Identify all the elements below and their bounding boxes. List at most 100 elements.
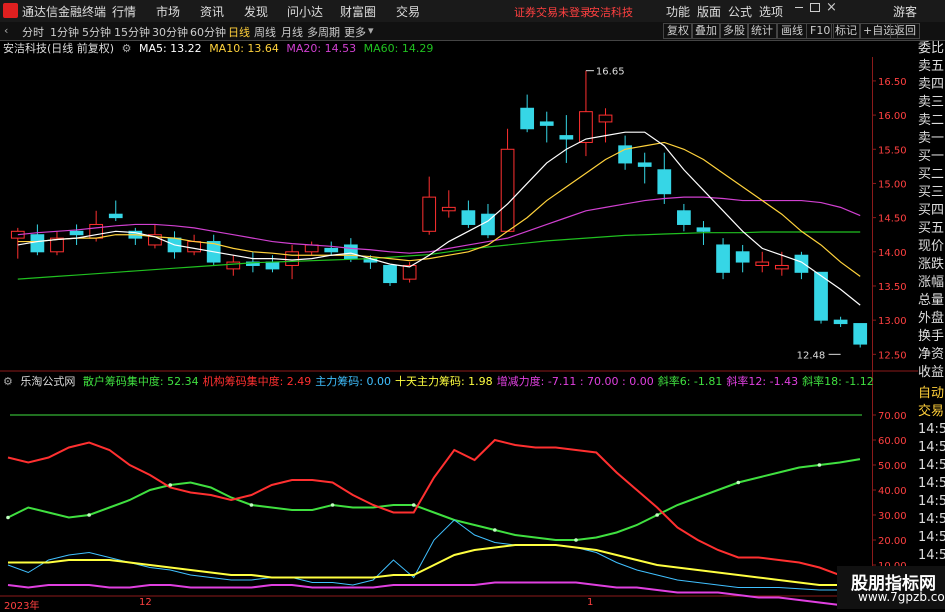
side-panel-item-13: 涨幅 [918, 275, 945, 290]
ind-tick-label: 20.00 [878, 536, 907, 547]
ind-tick-label: 50.00 [878, 461, 907, 472]
ind-dot [817, 463, 822, 467]
ind-dot [330, 503, 335, 507]
candle-down [696, 227, 711, 232]
candle-up [774, 264, 789, 270]
candle-up [304, 244, 319, 253]
price-tick-label: 15.00 [878, 179, 907, 190]
ind-tick-label: 30.00 [878, 511, 907, 522]
ma10-line [17, 141, 861, 277]
chart-canvas[interactable]: 16.50 16.00 15.50 15.00 14.50 14.00 13.50 13.00… [0, 0, 918, 609]
indicator-value-4: 增减力度: -7.11 : 70.00 : 0.00 [496, 375, 654, 388]
settings-gear-icon[interactable]: ⚙ [122, 42, 132, 55]
candle-down [30, 234, 45, 253]
candle-down [853, 323, 868, 345]
ind-tick-label: 60.00 [878, 436, 907, 447]
candle-down [677, 210, 691, 225]
side-panel-item-18: 收益 [918, 365, 945, 380]
indicator-value-2: 主力筹码: 0.00 [315, 375, 391, 388]
ma60-label: MA60: 14.29 [363, 42, 434, 55]
side-panel-item-10: 买五 [918, 221, 945, 236]
candle-down [539, 121, 554, 126]
tick-panel-item-3: 14:56 [918, 440, 945, 455]
candle-down [69, 230, 84, 236]
indicator-value-6: 斜率12: -1.43 [726, 375, 799, 388]
ind-dot [736, 480, 741, 485]
indicator-info: ⚙ 乐淘公式网 散户筹码集中度: 52.34 机构筹码集中度: 2.49 主力筹码:… [0, 373, 882, 389]
tick-panel-item-5: 14:56 [918, 476, 945, 491]
tick-panel-item-9: 14:56 [918, 548, 945, 563]
watermark-url: www.7gpzb.com [858, 590, 945, 604]
tick-panel-item-7: 14:56 [918, 512, 945, 527]
indicator-gear-icon[interactable]: ⚙ [3, 375, 13, 388]
ind-tick-label: 40.00 [878, 486, 907, 497]
candle-down [520, 107, 535, 130]
indicator-name[interactable]: 乐淘公式网 [20, 375, 75, 388]
ind-dot [249, 503, 254, 507]
ind-dot [411, 503, 416, 507]
candle-down [637, 162, 652, 167]
date-label-jan: 1 [587, 597, 594, 608]
side-panel-item-1: 卖五 [918, 59, 945, 74]
candle-down [716, 244, 730, 273]
indicator-value-5: 斜率6: -1.81 [657, 375, 723, 388]
price-tick-label: 16.00 [878, 111, 907, 122]
ma20-line [17, 196, 861, 254]
side-panel-item-6: 买一 [918, 149, 945, 164]
candle-down [461, 210, 476, 225]
indicator-value-0: 散户筹码集中度: 52.34 [82, 375, 199, 388]
side-panel-item-4: 卖二 [918, 113, 945, 128]
low-label: 12.48 [797, 350, 826, 361]
candle-up [187, 241, 201, 253]
ind-tick-label: 70.00 [878, 411, 907, 422]
candle-down [383, 264, 397, 284]
candle-down [108, 213, 123, 219]
tick-panel-item-2: 14:56 [918, 422, 945, 437]
side-panel-item-8: 买三 [918, 185, 945, 200]
ind-series-0 [7, 458, 861, 541]
tick-panel-item-4: 14:56 [918, 458, 945, 473]
ind-dot [655, 513, 659, 517]
date-label-year: 2023年 [4, 601, 40, 612]
tick-panel-item-0[interactable]: 自动 [918, 385, 945, 403]
candle-down [265, 261, 280, 270]
ind-dot [87, 513, 91, 517]
side-panel-item-5: 卖一 [918, 131, 945, 146]
date-label-dec: 12 [139, 597, 152, 608]
candle-down [324, 247, 339, 253]
main-chart-info: 安洁科技(日线 前复权) ⚙ MA5: 13.22 MA10: 13.64 MA… [0, 40, 437, 56]
stock-name-label: 安洁科技(日线 前复权) [3, 42, 115, 55]
price-tick-label: 14.00 [878, 248, 907, 259]
ind-dot [168, 483, 173, 487]
indicator-value-1: 机构筹码集中度: 2.49 [202, 375, 312, 388]
quote-side-panel: 委比 卖五 卖四 卖三 卖二 卖一 买一 买二 买三 买四 买五 现价 涨跌 涨幅 总量 外盘 换手 净资 收益 [918, 40, 945, 382]
side-panel-item-11: 现价 [918, 239, 945, 254]
ind-dot [6, 515, 10, 520]
ma20-label: MA20: 14.53 [286, 42, 357, 55]
side-panel-item-7: 买二 [918, 167, 945, 182]
candle-up [402, 264, 417, 280]
price-tick-label: 14.50 [878, 214, 907, 225]
tick-panel-item-1: 交易 [918, 404, 945, 419]
candle-down [657, 169, 672, 195]
side-panel-item-14: 总量 [918, 293, 945, 308]
date-axis: 2023年 12 1 [0, 597, 830, 612]
side-panel-item-17: 净资 [918, 347, 945, 362]
candle-up [500, 148, 515, 232]
tick-panel-item-6: 14:56 [918, 494, 945, 509]
candle-down [794, 254, 809, 273]
side-panel-item-9: 买四 [918, 203, 945, 218]
price-tick-label: 13.50 [878, 282, 907, 293]
candle-down [735, 251, 750, 263]
ma5-label: MA5: 13.22 [138, 42, 202, 55]
candle-up [755, 261, 770, 266]
ma10-label: MA10: 13.64 [209, 42, 279, 55]
candle-up [226, 261, 241, 270]
candle-down [833, 319, 848, 325]
ind-series-3 [8, 544, 861, 587]
ind-dot [574, 538, 578, 542]
candle-up [422, 196, 437, 232]
side-panel-item-15: 外盘 [918, 311, 945, 326]
side-panel-item-3: 卖三 [918, 95, 945, 110]
ind-dot [493, 528, 497, 532]
